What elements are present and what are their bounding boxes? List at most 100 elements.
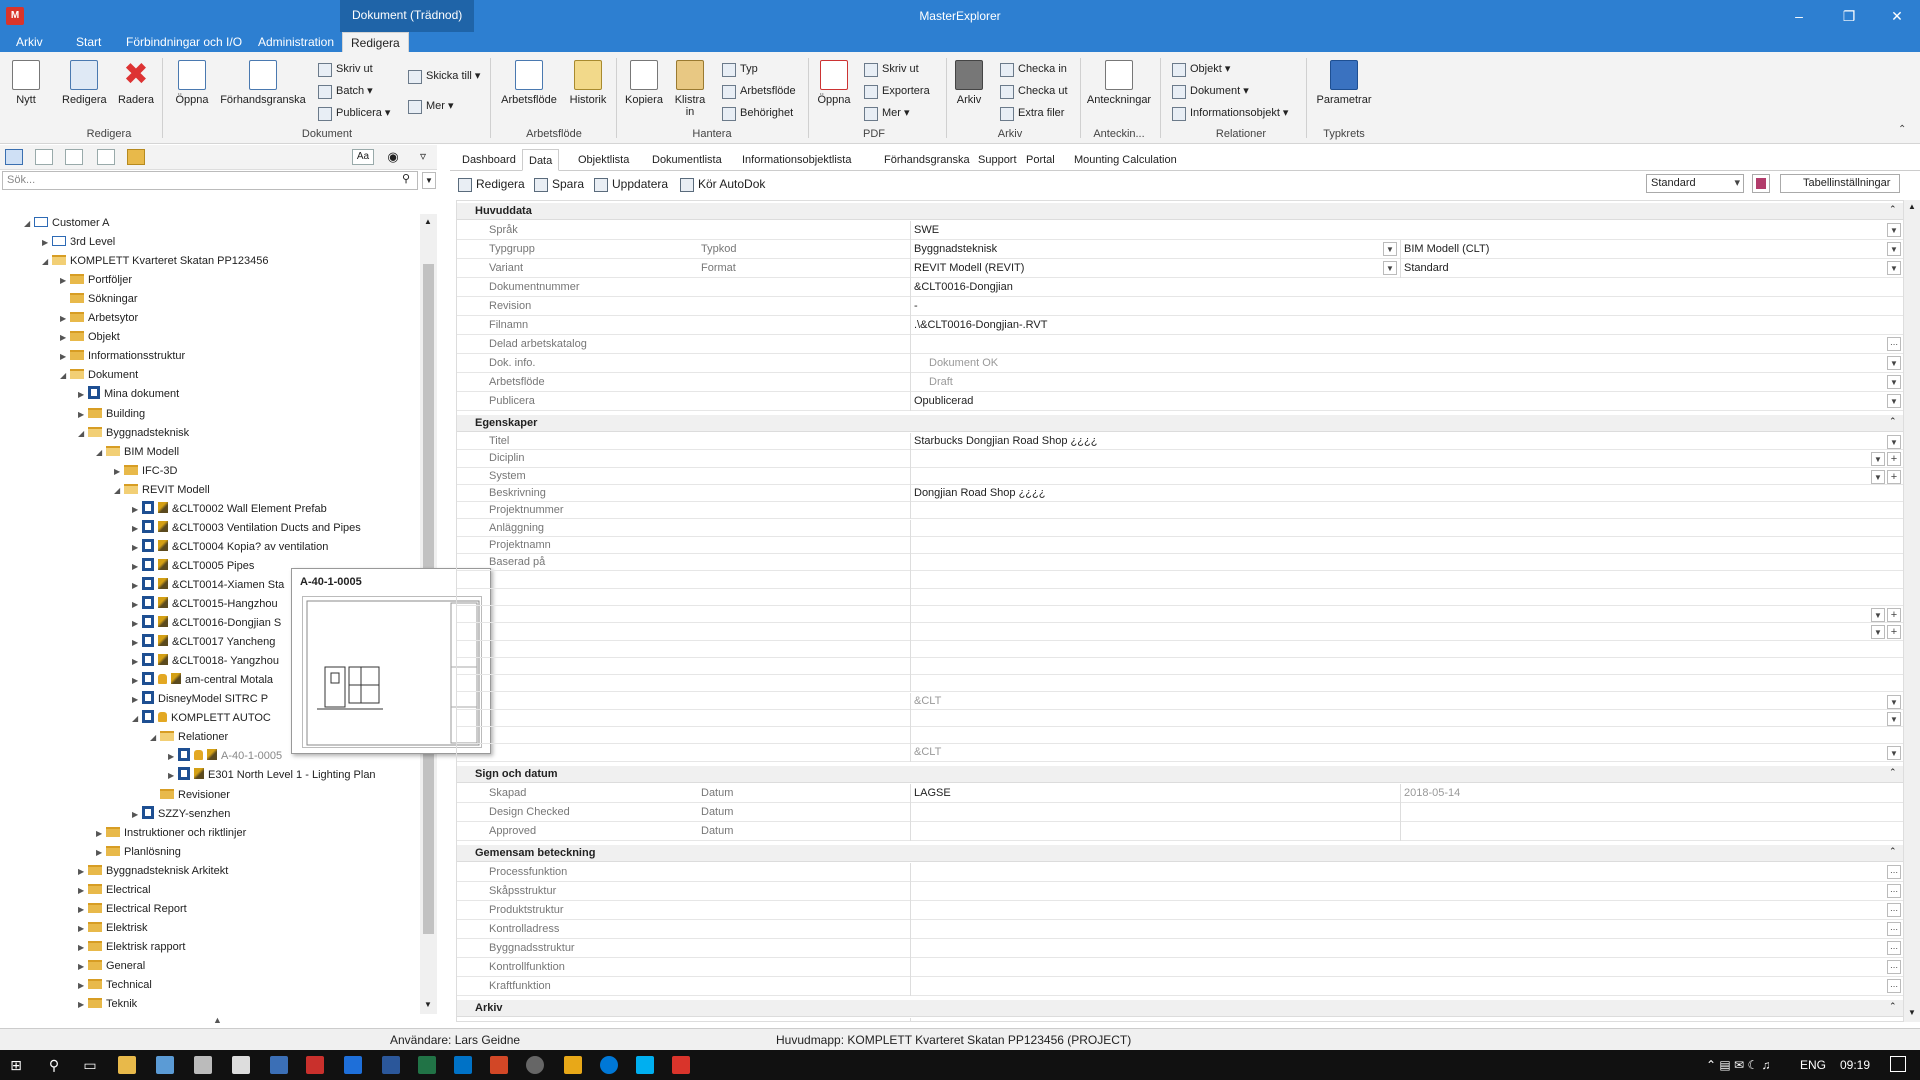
chevron-down-icon[interactable]: ▼ [1887,242,1901,256]
menu-arkiv[interactable]: Arkiv [8,32,51,52]
tree-node[interactable]: ▶ &CLT0003 Ventilation Ducts and Pipes [132,519,361,538]
windows-start-icon[interactable]: ⊞ [6,1055,26,1075]
tree-expander-icon[interactable]: ▶ [132,538,142,557]
tree-node[interactable]: ▶ Electrical [78,881,151,900]
historik-button[interactable]: Historik [566,60,610,106]
dokument-button[interactable]: Dokument ▾ [1172,82,1249,100]
property-value[interactable] [910,606,1903,624]
property-value-secondary[interactable]: 2018-05-14 [1400,783,1903,803]
tree-expander-icon[interactable]: ▶ [78,919,88,938]
tree-node[interactable]: ◢ Customer A [24,214,109,233]
publicera-button[interactable]: Publicera ▾ [318,104,390,122]
tree-view-icon[interactable] [5,149,23,165]
tree-node[interactable]: ▶ E301 North Level 1 - Lighting Plan [168,766,376,785]
tree-node[interactable]: ◢ BIM Modell [96,443,179,462]
tree-expander-icon[interactable]: ▶ [78,881,88,900]
tab-informationsobjektlista[interactable]: Informationsobjektlista [736,149,857,171]
skriv-ut-button[interactable]: Skriv ut [318,60,373,78]
tree-node[interactable]: ▶ &CLT0015-Hangzhou [132,595,278,614]
app-icon-1[interactable] [156,1056,174,1074]
tab-objektlista[interactable]: Objektlista [572,149,635,171]
objekt-button[interactable]: Objekt ▾ [1172,60,1230,78]
property-value[interactable] [910,957,1903,977]
tree-node[interactable]: ▶ DisneyModel SITRC P [132,690,268,709]
property-value[interactable] [910,588,1903,606]
tree-expander-icon[interactable]: ◢ [114,481,124,500]
tree-node[interactable]: ▶ Informationsstruktur [60,347,185,366]
mer-button[interactable]: Mer ▾ [408,97,454,115]
section-collapse-icon[interactable]: ⌃ [1889,204,1897,215]
tray-icons[interactable]: ⌃ ▤ ✉ ☾ ♫ [1706,1058,1771,1072]
app-icon-3[interactable] [270,1056,288,1074]
batch-button[interactable]: Batch ▾ [318,82,373,100]
app-icon-5[interactable] [344,1056,362,1074]
tree-expander-icon[interactable]: ▶ [96,843,106,862]
tree-node[interactable]: ▶ SZZY-senzhen [132,805,230,824]
property-value[interactable]: SWE [910,221,1903,240]
tree-node[interactable]: ◢ Byggnadsteknisk [78,424,189,443]
property-value[interactable] [910,536,1903,555]
filter-icon[interactable]: ▿ [414,149,432,165]
input-language[interactable]: ENG [1800,1058,1826,1072]
redigera-tool-button[interactable]: Redigera [458,175,525,193]
more-icon[interactable]: ⋯ [1887,921,1901,936]
tab-f-rhandsgranska[interactable]: Förhandsgranska [878,149,976,171]
tree-node[interactable]: ◢ KOMPLETT Kvarteret Skatan PP123456 [42,252,269,271]
tree-expander-icon[interactable]: ▶ [132,690,142,709]
tree-node[interactable]: ▶ &CLT0002 Wall Element Prefab [132,500,327,519]
kor-autodok-button[interactable]: Kör AutoDok [680,175,765,193]
property-value[interactable] [910,675,1903,693]
pdf-skriv-ut-button[interactable]: Skriv ut [864,60,919,78]
chevron-down-icon[interactable]: ▼ [1887,356,1901,370]
menu-redigera[interactable]: Redigera [342,32,409,52]
clock[interactable]: 09:19 [1840,1058,1870,1072]
property-value[interactable] [910,502,1903,520]
clipboard-view-icon[interactable] [97,149,115,165]
more-icon[interactable]: ⋯ [1887,940,1901,955]
tree-expander-icon[interactable]: ▶ [42,233,52,252]
tree-expander-icon[interactable]: ▶ [168,766,178,785]
tree-node[interactable]: Sökningar [60,290,138,309]
tree-node[interactable]: ▶ &CLT0014-Xiamen Sta [132,576,284,595]
arkiv-button[interactable]: Arkiv [952,60,986,106]
property-value[interactable] [910,571,1903,589]
app-icon-6[interactable] [564,1056,582,1074]
add-icon[interactable]: + [1887,469,1901,484]
tree-node[interactable]: ▶ &CLT0005 Pipes [132,557,254,576]
edge-icon[interactable] [600,1056,618,1074]
property-value[interactable]: Dokument OK [910,354,1903,373]
uppdatera-tool-button[interactable]: Uppdatera [594,175,668,193]
property-value[interactable] [910,450,1903,468]
chevron-down-icon[interactable]: ▼ [1383,242,1397,256]
notifications-icon[interactable] [1890,1056,1906,1072]
tree-node[interactable]: ▶ Technical [78,976,152,995]
property-value[interactable] [910,919,1903,939]
search-icon[interactable]: ⚲ [402,172,410,185]
property-value[interactable] [910,623,1903,641]
chevron-down-icon[interactable]: ▼ [1871,625,1885,640]
arbetsflode-button[interactable]: Arbetsflöde [498,60,560,106]
tree-expander-icon[interactable]: ◢ [60,366,70,385]
tab-mounting-calculation[interactable]: Mounting Calculation [1068,149,1183,171]
tree-node[interactable]: ▶ &CLT0018- Yangzhou [132,652,279,671]
tree-expander-icon[interactable]: ▶ [78,957,88,976]
checka-in-button[interactable]: Checka in [1000,60,1067,78]
redigera-button[interactable]: Redigera [62,60,107,106]
excel-icon[interactable] [418,1056,436,1074]
tabellinstallningar-button[interactable]: Tabellinställningar [1780,174,1900,193]
tree-node[interactable]: ▶ General [78,957,145,976]
tree-expander-icon[interactable]: ▶ [132,633,142,652]
tree-node[interactable]: ▶ Portföljer [60,271,132,290]
property-value[interactable] [910,657,1903,676]
more-icon[interactable]: ⋯ [1887,959,1901,974]
oppna-button[interactable]: Öppna [172,60,212,106]
menu-start[interactable]: Start [68,32,109,52]
tree-expander-icon[interactable]: ▶ [132,500,142,519]
view-standard-select[interactable]: Standard [1646,174,1744,193]
chevron-down-icon[interactable]: ▼ [1887,375,1901,389]
save-view-icon[interactable] [1752,174,1770,193]
tree-expander-icon[interactable]: ◢ [96,443,106,462]
tree-expander-icon[interactable]: ▶ [132,557,142,576]
typ-button[interactable]: Typ [722,60,758,78]
chevron-down-icon[interactable]: ▼ [1887,435,1901,449]
